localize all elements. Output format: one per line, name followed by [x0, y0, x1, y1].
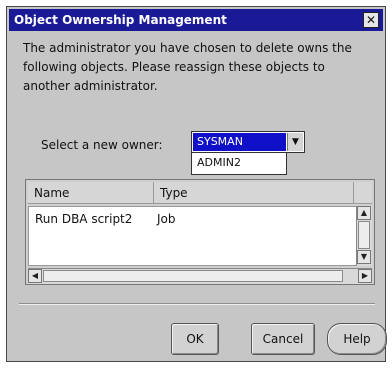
object-type-cell: Job — [157, 212, 176, 226]
ownership-dialog: Object Ownership Management ✕ The admini… — [6, 6, 387, 362]
owner-select[interactable]: SYSMAN ▼ — [191, 131, 305, 153]
owner-select-value[interactable]: SYSMAN — [193, 133, 286, 151]
owner-option-admin2[interactable]: ADMIN2 — [192, 153, 286, 173]
ok-button-label: OK — [186, 332, 204, 346]
help-button[interactable]: Help — [327, 323, 387, 355]
column-header-type[interactable]: Type — [154, 182, 354, 204]
object-name-cell: Run DBA script2 — [35, 212, 133, 226]
close-icon: ✕ — [365, 13, 377, 27]
chevron-down-icon[interactable]: ▼ — [287, 133, 303, 151]
vertical-scrollbar[interactable]: ▲ ▼ — [356, 206, 372, 266]
cancel-button-label: Cancel — [262, 332, 304, 346]
button-separator — [19, 303, 375, 304]
horizontal-scroll-thumb[interactable] — [43, 270, 343, 282]
column-header-name[interactable]: Name — [28, 182, 154, 204]
scroll-down-glyph: ▼ — [360, 252, 368, 261]
scroll-right-glyph: ▶ — [361, 271, 369, 280]
horizontal-scrollbar[interactable]: ◀ ▶ — [28, 268, 372, 284]
table-body: Run DBA script2 Job — [28, 206, 368, 266]
arrow-left-icon[interactable]: ◀ — [28, 269, 42, 283]
arrow-up-icon[interactable]: ▲ — [357, 206, 371, 220]
arrow-right-icon[interactable]: ▶ — [358, 269, 372, 283]
title-bar: Object Ownership Management ✕ — [9, 9, 383, 31]
vertical-scroll-thumb[interactable] — [358, 221, 370, 249]
table-header: Name Type — [28, 182, 372, 204]
scroll-left-glyph: ◀ — [31, 271, 39, 280]
close-button[interactable]: ✕ — [363, 12, 379, 28]
arrow-down-icon[interactable]: ▼ — [357, 250, 371, 264]
owner-dropdown-list: ADMIN2 — [191, 153, 287, 175]
dialog-title: Object Ownership Management — [14, 13, 227, 27]
scroll-up-glyph: ▲ — [360, 208, 368, 217]
help-button-label: Help — [343, 332, 371, 346]
ok-button[interactable]: OK — [171, 323, 219, 355]
cancel-button[interactable]: Cancel — [251, 323, 315, 355]
owner-select-label: Select a new owner: — [41, 138, 163, 152]
dialog-message: The administrator you have chosen to del… — [23, 41, 352, 93]
objects-table: Name Type Run DBA script2 Job ▲ ▼ ◀ ▶ — [25, 179, 375, 285]
